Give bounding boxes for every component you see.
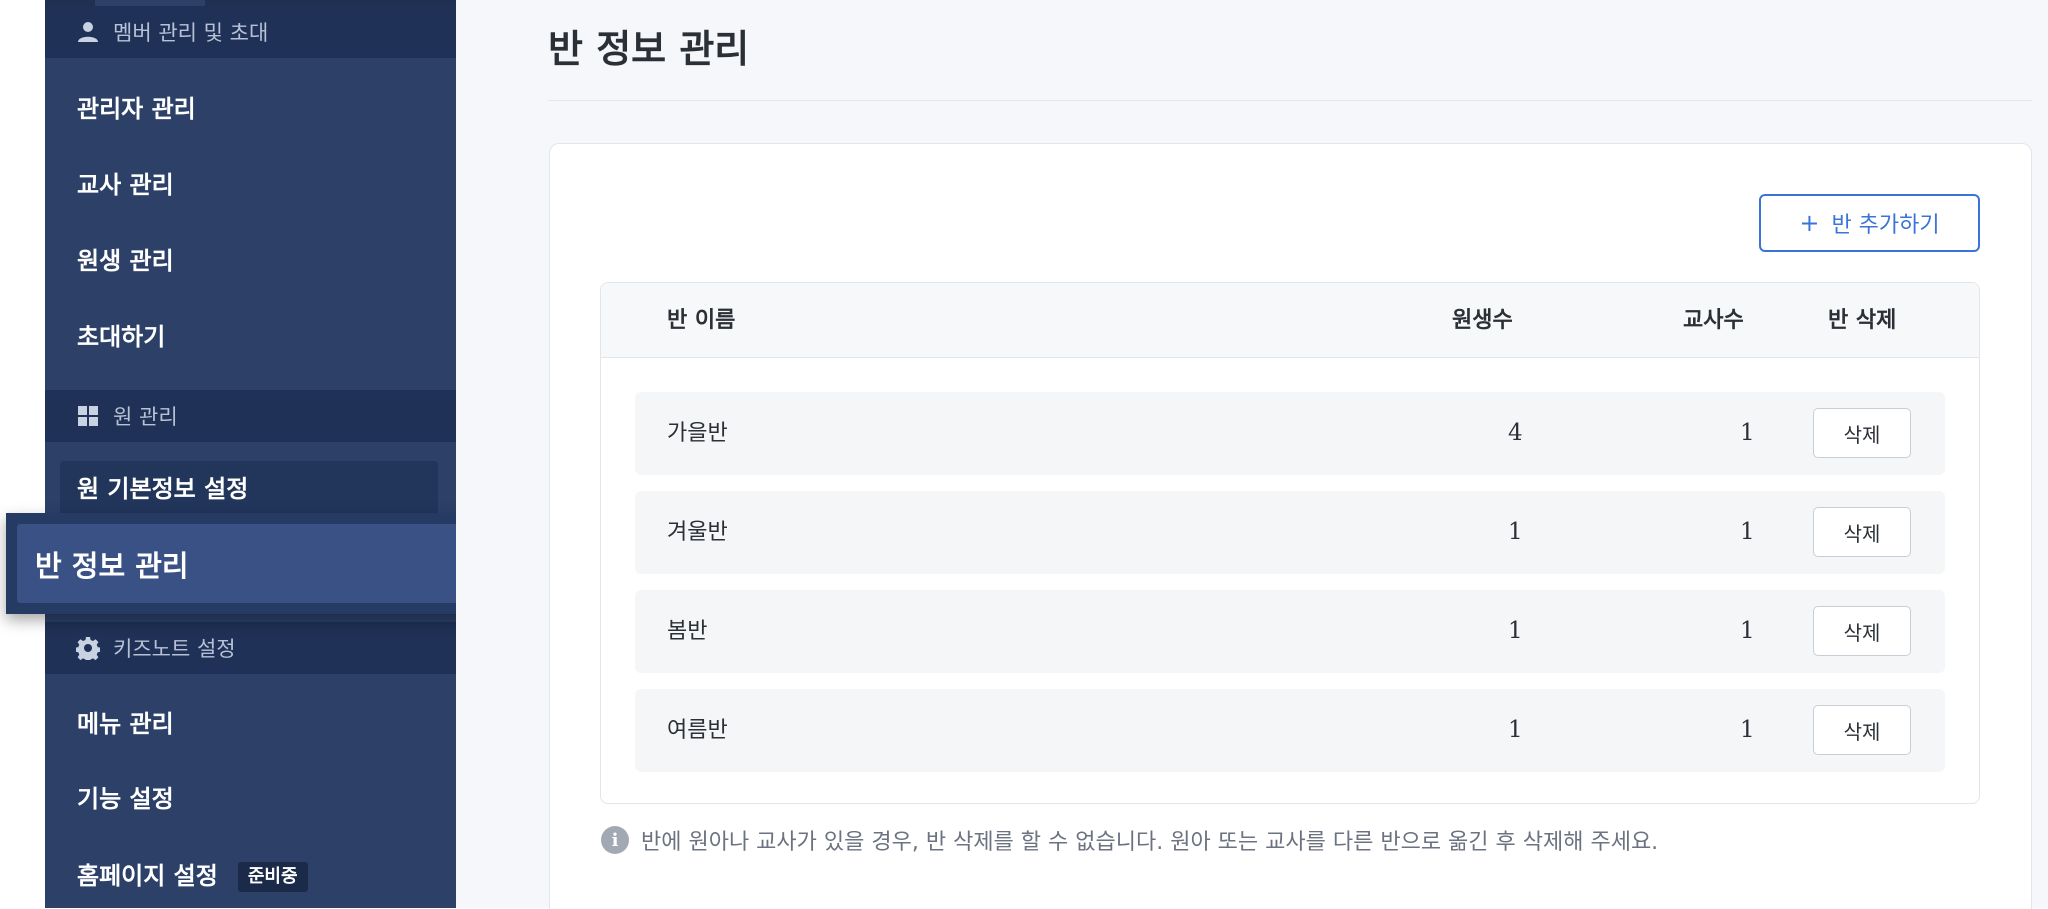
sidebar-item-menu[interactable]: 메뉴 관리	[77, 708, 174, 740]
teacher-count: 1	[1740, 618, 1755, 644]
delete-button[interactable]: 삭제	[1813, 408, 1911, 458]
person-icon	[75, 19, 101, 45]
notice-text: 반에 원아나 교사가 있을 경우, 반 삭제를 할 수 없습니다. 원아 또는 …	[641, 830, 1659, 855]
class-name: 봄반	[667, 619, 708, 644]
sidebar-item-label: 홈페이지 설정	[77, 862, 218, 890]
section-label: 키즈노트 설정	[113, 637, 236, 661]
status-badge: 준비중	[237, 862, 308, 892]
student-count: 1	[1508, 717, 1523, 743]
student-count: 1	[1508, 618, 1523, 644]
section-label: 원 관리	[113, 405, 178, 429]
delete-button[interactable]: 삭제	[1813, 507, 1911, 557]
divider	[548, 100, 2032, 101]
sidebar-item-label: 반 정보 관리	[17, 524, 483, 603]
table-header: 반 이름 원생수 교사수 반 삭제	[601, 283, 1979, 358]
teacher-count: 1	[1740, 519, 1755, 545]
header-class-name: 반 이름	[667, 308, 736, 333]
section-settings: 키즈노트 설정	[45, 622, 456, 674]
sidebar-item-homepage[interactable]: 홈페이지 설정 준비중	[77, 860, 308, 892]
plus-icon: +	[1799, 209, 1820, 237]
add-class-label: 반 추가하기	[1831, 213, 1940, 238]
delete-button[interactable]: 삭제	[1813, 606, 1911, 656]
student-count: 4	[1508, 420, 1523, 446]
table-row: 여름반 1 1 삭제	[635, 689, 1945, 772]
sidebar-item-teachers[interactable]: 교사 관리	[77, 169, 174, 201]
table-row: 겨울반 1 1 삭제	[635, 491, 1945, 574]
teacher-count: 1	[1740, 420, 1755, 446]
student-count: 1	[1508, 519, 1523, 545]
teacher-count: 1	[1740, 717, 1755, 743]
info-icon: i	[601, 826, 629, 854]
section-label: 멤버 관리 및 초대	[113, 21, 269, 45]
class-name: 가을반	[667, 421, 728, 446]
sidebar-item-invite[interactable]: 초대하기	[77, 321, 165, 353]
class-table: 반 이름 원생수 교사수 반 삭제 가을반 4 1 삭제 겨울반 1 1 삭제 …	[600, 282, 1980, 804]
header-teachers: 교사수	[1683, 308, 1744, 333]
section-member: 멤버 관리 및 초대	[45, 6, 456, 58]
grid-icon	[75, 403, 101, 429]
gear-icon	[75, 635, 101, 661]
sidebar-item-features[interactable]: 기능 설정	[77, 783, 174, 815]
header-students: 원생수	[1452, 308, 1513, 333]
table-row: 가을반 4 1 삭제	[635, 392, 1945, 475]
sidebar-item-admins[interactable]: 관리자 관리	[77, 93, 196, 125]
sidebar-item-class-info-active[interactable]: 반 정보 관리	[6, 513, 494, 614]
delete-button[interactable]: 삭제	[1813, 705, 1911, 755]
section-school: 원 관리	[45, 390, 456, 442]
header-delete: 반 삭제	[1828, 308, 1897, 333]
sidebar: 멤버 관리 및 초대 관리자 관리 교사 관리 원생 관리 초대하기 원 관리 …	[45, 0, 456, 908]
page-title: 반 정보 관리	[548, 27, 750, 71]
class-name: 여름반	[667, 718, 728, 743]
table-row: 봄반 1 1 삭제	[635, 590, 1945, 673]
sidebar-item-students[interactable]: 원생 관리	[77, 245, 174, 277]
class-name: 겨울반	[667, 520, 728, 545]
sidebar-item-school-info[interactable]: 원 기본정보 설정	[60, 461, 438, 517]
notice: i 반에 원아나 교사가 있을 경우, 반 삭제를 할 수 없습니다. 원아 또…	[601, 824, 1658, 856]
add-class-button[interactable]: + 반 추가하기	[1759, 194, 1980, 252]
